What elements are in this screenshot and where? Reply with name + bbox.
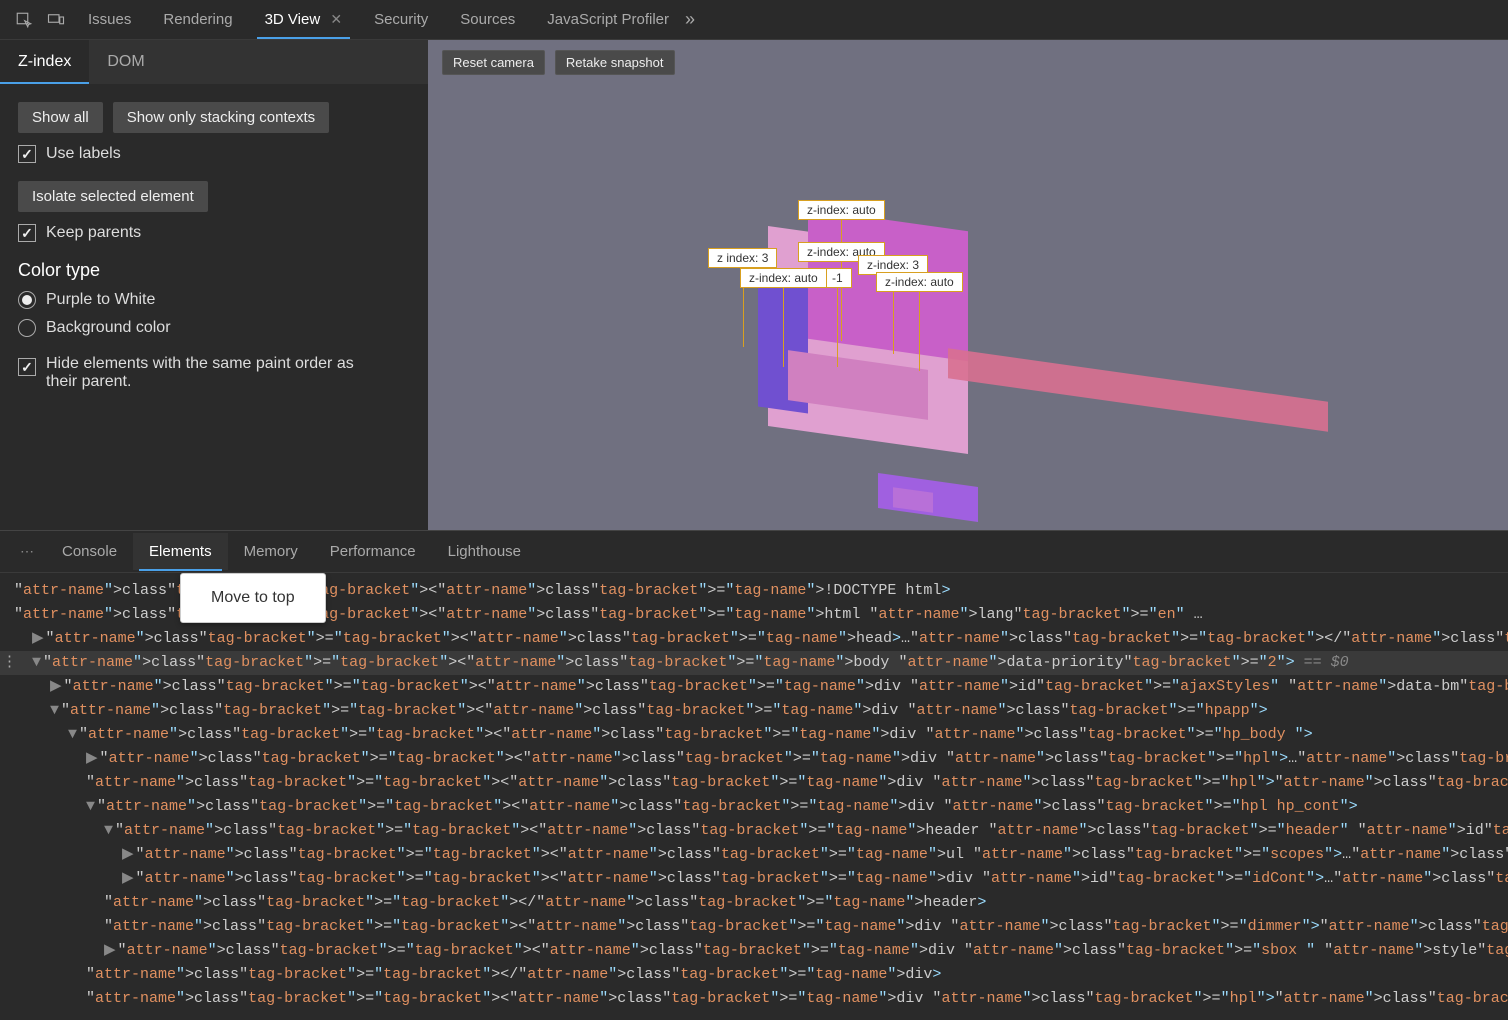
hide-same-paint-label: Hide elements with the same paint order … (46, 355, 386, 391)
z-label: -1 (823, 268, 852, 288)
color-type-header: Color type (18, 260, 410, 281)
device-toggle-icon[interactable] (40, 4, 72, 36)
subtab-zindex[interactable]: Z-index (0, 40, 89, 84)
z-label: z-index: auto (798, 200, 885, 220)
dom-tree-line[interactable]: "attr-name">class"tag-bracket">="tag-bra… (0, 891, 1508, 915)
radio-bgcolor-label: Background color (46, 319, 171, 337)
dom-tree-line[interactable]: ▼"attr-name">class"tag-bracket">="tag-br… (0, 723, 1508, 747)
show-stacking-contexts-button[interactable]: Show only stacking contexts (113, 102, 329, 133)
dom-tree[interactable]: Move to top "attr-name">class"tag-bracke… (0, 573, 1508, 1020)
radio-purple-white-label: Purple to White (46, 291, 155, 309)
dom-tree-line[interactable]: ▶"attr-name">class"tag-bracket">="tag-br… (0, 939, 1508, 963)
tab-security[interactable]: Security (358, 1, 444, 38)
devtools-pane: Issues Rendering 3D View ✕ Security Sour… (0, 0, 1508, 1020)
z-label: z-index: auto (740, 268, 827, 288)
tab-3d-view[interactable]: 3D View ✕ (249, 1, 359, 38)
zindex-body: Show all Show only stacking contexts Use… (0, 84, 428, 423)
mid-section: Z-index DOM Show all Show only stacking … (0, 40, 1508, 530)
devtools-tabbar: Issues Rendering 3D View ✕ Security Sour… (0, 0, 1508, 40)
tab-console[interactable]: Console (46, 533, 133, 570)
zindex-tabbar: Z-index DOM (0, 40, 428, 84)
use-labels-checkbox[interactable] (18, 145, 36, 163)
tab-elements[interactable]: Elements (133, 533, 228, 570)
keep-parents-label: Keep parents (46, 224, 141, 242)
bottom-content: Move to top "attr-name">class"tag-bracke… (0, 573, 1508, 1020)
isolate-element-button[interactable]: Isolate selected element (18, 181, 208, 212)
dom-tree-line[interactable]: ▼"attr-name">class"tag-bracket">="tag-br… (0, 819, 1508, 843)
viz-3d-scene[interactable]: z-index: auto z-index: auto z index: 3 z… (608, 180, 1058, 520)
show-all-button[interactable]: Show all (18, 102, 103, 133)
z-label: z index: 3 (708, 248, 777, 268)
drawer-more-icon[interactable]: ⋯ (8, 543, 46, 560)
radio-bgcolor[interactable] (18, 319, 36, 337)
dom-tree-line[interactable]: "attr-name">class"tag-bracket">="tag-bra… (0, 987, 1508, 1011)
subtab-dom[interactable]: DOM (89, 40, 162, 84)
use-labels-label: Use labels (46, 145, 121, 163)
dom-tree-line[interactable]: ▼"attr-name">class"tag-bracket">="tag-br… (0, 795, 1508, 819)
more-tabs-icon[interactable]: » (685, 9, 695, 30)
dom-tree-line[interactable]: ▶"attr-name">class"tag-bracket">="tag-br… (0, 843, 1508, 867)
tab-lighthouse[interactable]: Lighthouse (432, 533, 537, 570)
viz-3d-panel[interactable]: Reset camera Retake snapshot i z-index: … (428, 40, 1508, 530)
reset-camera-button[interactable]: Reset camera (442, 50, 545, 75)
context-tooltip[interactable]: Move to top (180, 573, 326, 623)
dom-tree-line[interactable]: ▶"attr-name">class"tag-bracket">="tag-br… (0, 747, 1508, 771)
tab-memory[interactable]: Memory (228, 533, 314, 570)
dom-tree-line[interactable]: "attr-name">class"tag-bracket">="tag-bra… (0, 963, 1508, 987)
tab-sources[interactable]: Sources (444, 1, 531, 38)
zindex-panel: Z-index DOM Show all Show only stacking … (0, 40, 428, 530)
dom-tree-line[interactable]: "attr-name">class"tag-bracket">="tag-bra… (0, 771, 1508, 795)
z-label: z-index: auto (876, 272, 963, 292)
tab-close-icon[interactable]: ✕ (330, 11, 342, 27)
tab-performance[interactable]: Performance (314, 533, 432, 570)
dom-tree-line[interactable]: ▶"attr-name">class"tag-bracket">="tag-br… (0, 867, 1508, 891)
dom-tree-line[interactable]: ▼"attr-name">class"tag-bracket">="tag-br… (0, 699, 1508, 723)
hide-same-paint-checkbox[interactable] (18, 358, 36, 376)
radio-purple-white[interactable] (18, 291, 36, 309)
keep-parents-checkbox[interactable] (18, 224, 36, 242)
bottom-drawer: ⋯ Console Elements Memory Performance Li… (0, 530, 1508, 1020)
bottom-tabbar: ⋯ Console Elements Memory Performance Li… (0, 531, 1508, 573)
tab-3d-view-label: 3D View (265, 11, 321, 28)
dom-tree-line[interactable]: ▼"attr-name">class"tag-bracket">="tag-br… (0, 651, 1508, 675)
dom-tree-line[interactable]: ▶"attr-name">class"tag-bracket">="tag-br… (0, 675, 1508, 699)
inspect-element-icon[interactable] (8, 4, 40, 36)
tab-rendering[interactable]: Rendering (147, 1, 248, 38)
dom-tree-line[interactable]: ▶"attr-name">class"tag-bracket">="tag-br… (0, 627, 1508, 651)
tab-js-profiler[interactable]: JavaScript Profiler (531, 1, 685, 38)
tab-issues[interactable]: Issues (72, 1, 147, 38)
dom-tree-line[interactable]: "attr-name">class"tag-bracket">="tag-bra… (0, 915, 1508, 939)
retake-snapshot-button[interactable]: Retake snapshot (555, 50, 675, 75)
